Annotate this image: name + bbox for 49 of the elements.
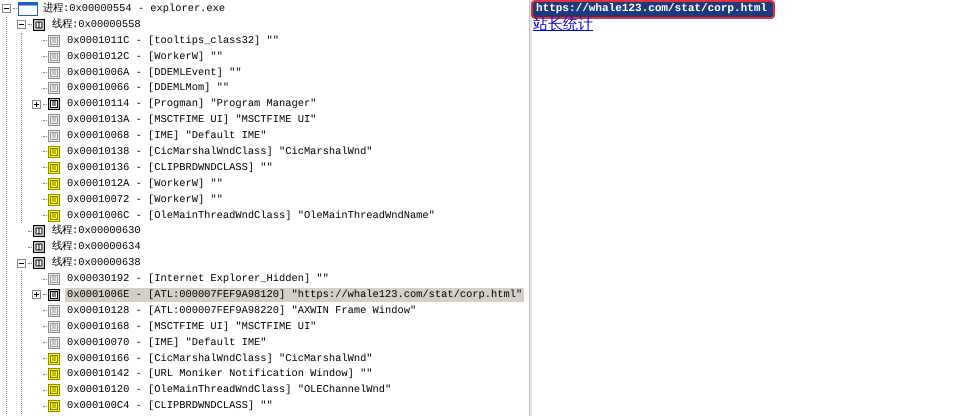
tree-item[interactable]: 0x0001012A - [WorkerW] "" <box>65 176 225 191</box>
tree-item[interactable]: 线程:0x00000638 <box>50 256 143 270</box>
tree-item[interactable]: 线程:0x00000630 <box>50 224 143 238</box>
tree-item[interactable]: 0x00010072 - [WorkerW] "" <box>65 192 225 207</box>
window-icon <box>48 400 60 412</box>
thread-icon <box>33 241 45 254</box>
tree-item[interactable]: 0x00010142 - [URL Moniker Notification Window] "" <box>65 367 375 382</box>
collapse-icon[interactable] <box>17 20 28 30</box>
window-icon <box>48 288 60 301</box>
tree-item[interactable]: 0x00010128 - [ATL:000007FEF9A98220] "AXWIN Frame Window" <box>65 304 418 318</box>
expand-icon[interactable] <box>32 290 43 300</box>
collapse-icon[interactable] <box>17 258 28 268</box>
tree-item[interactable]: 0x00010114 - [Progman] "Program Manager" <box>65 97 318 112</box>
tree-item[interactable]: 0x0001013A - [MSCTFIME UI] "MSCTFIME UI" <box>65 113 318 128</box>
window-icon <box>48 98 60 110</box>
tree-item[interactable]: 线程:0x00000558 <box>50 18 143 32</box>
thread-icon <box>33 257 45 270</box>
tree-item[interactable]: 0x0001006C - [OleMainThreadWndClass] "OleMainThreadWndName" <box>65 208 437 223</box>
window-icon <box>48 178 60 190</box>
collapse-icon[interactable] <box>2 4 13 14</box>
window-icon <box>48 384 60 396</box>
tree-item[interactable]: 0x00010138 - [CicMarshalWndClass] "CicMarshalWnd" <box>65 144 375 159</box>
window-icon <box>48 162 60 174</box>
tree-item[interactable]: 0x00010070 - [IME] "Default IME" <box>65 336 269 350</box>
window-icon <box>48 210 60 222</box>
thread-icon <box>33 18 45 31</box>
tree-item[interactable]: 0x0001006E - [ATL:000007FEF9A98120] "https://whale123.com/stat/corp.html" <box>65 288 524 302</box>
tree-item[interactable]: 线程:0x00000634 <box>50 240 143 254</box>
page-link[interactable]: 站长统计 <box>533 17 593 35</box>
window-icon <box>48 146 60 158</box>
tree-item[interactable]: 0x00010066 - [DDEMLMom] "" <box>65 81 232 96</box>
window-icon <box>48 194 60 206</box>
window-icon <box>48 368 60 380</box>
tree-item[interactable]: 0x00010166 - [CicMarshalWndClass] "CicMarshalWnd" <box>65 352 375 366</box>
tree-item[interactable]: 0x0001011C - [tooltips_class32] "" <box>65 34 282 48</box>
tree-item[interactable]: 0x00010168 - [MSCTFIME UI] "MSCTFIME UI" <box>65 320 318 334</box>
url-bar: https://whale123.com/stat/corp.html <box>533 2 774 17</box>
window-icon <box>18 2 38 16</box>
window-icon <box>48 352 60 365</box>
thread-icon <box>33 225 45 238</box>
tree-item[interactable]: 0x00010136 - [CLIPBRDWNDCLASS] "" <box>65 160 275 175</box>
tree-item[interactable]: 进程:0x00000554 - explorer.exe <box>41 2 228 16</box>
tree-item[interactable]: 0x00030192 - [Internet Explorer_Hidden] "" <box>65 272 331 286</box>
tree-item[interactable]: 0x0001012C - [WorkerW] "" <box>65 50 225 64</box>
tree-item[interactable]: 0x0001006A - [DDEMLEvent] "" <box>65 66 244 80</box>
tree-item[interactable]: 0x00010068 - [IME] "Default IME" <box>65 129 269 144</box>
tree-item[interactable]: 0x00010120 - [OleMainThreadWndClass] "OLEChannelWnd" <box>65 383 394 398</box>
tree-item[interactable]: 0x000100C4 - [CLIPBRDWNDCLASS] "" <box>65 399 275 414</box>
expand-icon[interactable] <box>32 100 43 109</box>
